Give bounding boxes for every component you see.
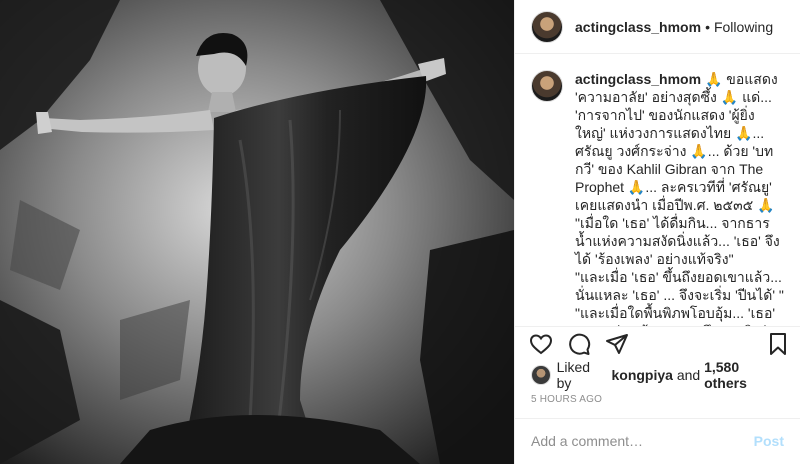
comment-box: Add a comment… Post: [515, 417, 800, 464]
likes-mid: and: [676, 366, 701, 383]
caption-text-block: actingclass_hmom 🙏 ขอแสดง 'ความอาลัย' อย…: [575, 70, 784, 326]
liker-username[interactable]: kongpiya: [611, 367, 672, 383]
action-bar: [515, 326, 800, 362]
post-header: actingclass_hmom • Following: [515, 0, 800, 55]
header-separator: •: [705, 18, 710, 35]
following-button[interactable]: Following: [714, 19, 773, 35]
likes-prefix: Liked by: [556, 358, 591, 391]
paper-plane-icon[interactable]: [605, 332, 629, 356]
caption-username[interactable]: actingclass_hmom: [575, 71, 701, 87]
post-comment-button[interactable]: Post: [754, 433, 784, 449]
photo-artwork: [0, 0, 514, 464]
instagram-post: actingclass_hmom • Following actingclass…: [0, 0, 800, 464]
avatar[interactable]: [531, 10, 563, 43]
post-photo[interactable]: [0, 0, 514, 464]
header-username[interactable]: actingclass_hmom: [575, 19, 701, 35]
likes-summary: Liked by kongpiya and 1,580 others: [515, 358, 800, 391]
liker-avatar[interactable]: [531, 364, 551, 385]
comment-bubble-icon[interactable]: [567, 332, 591, 356]
post-sidebar: actingclass_hmom • Following actingclass…: [514, 0, 800, 464]
heart-icon[interactable]: [529, 332, 553, 356]
bookmark-icon[interactable]: [766, 332, 790, 356]
likes-count[interactable]: 1,580 others: [704, 359, 784, 391]
comment-input[interactable]: Add a comment…: [531, 433, 754, 449]
caption: actingclass_hmom 🙏 ขอแสดง 'ความอาลัย' อย…: [515, 54, 800, 326]
caption-avatar[interactable]: [531, 70, 563, 103]
post-timestamp[interactable]: 5 HOURS AGO: [515, 388, 800, 410]
caption-text: 🙏 ขอแสดง 'ความอาลัย' อย่างสุดซึ้ง 🙏 แด่.…: [575, 71, 784, 326]
